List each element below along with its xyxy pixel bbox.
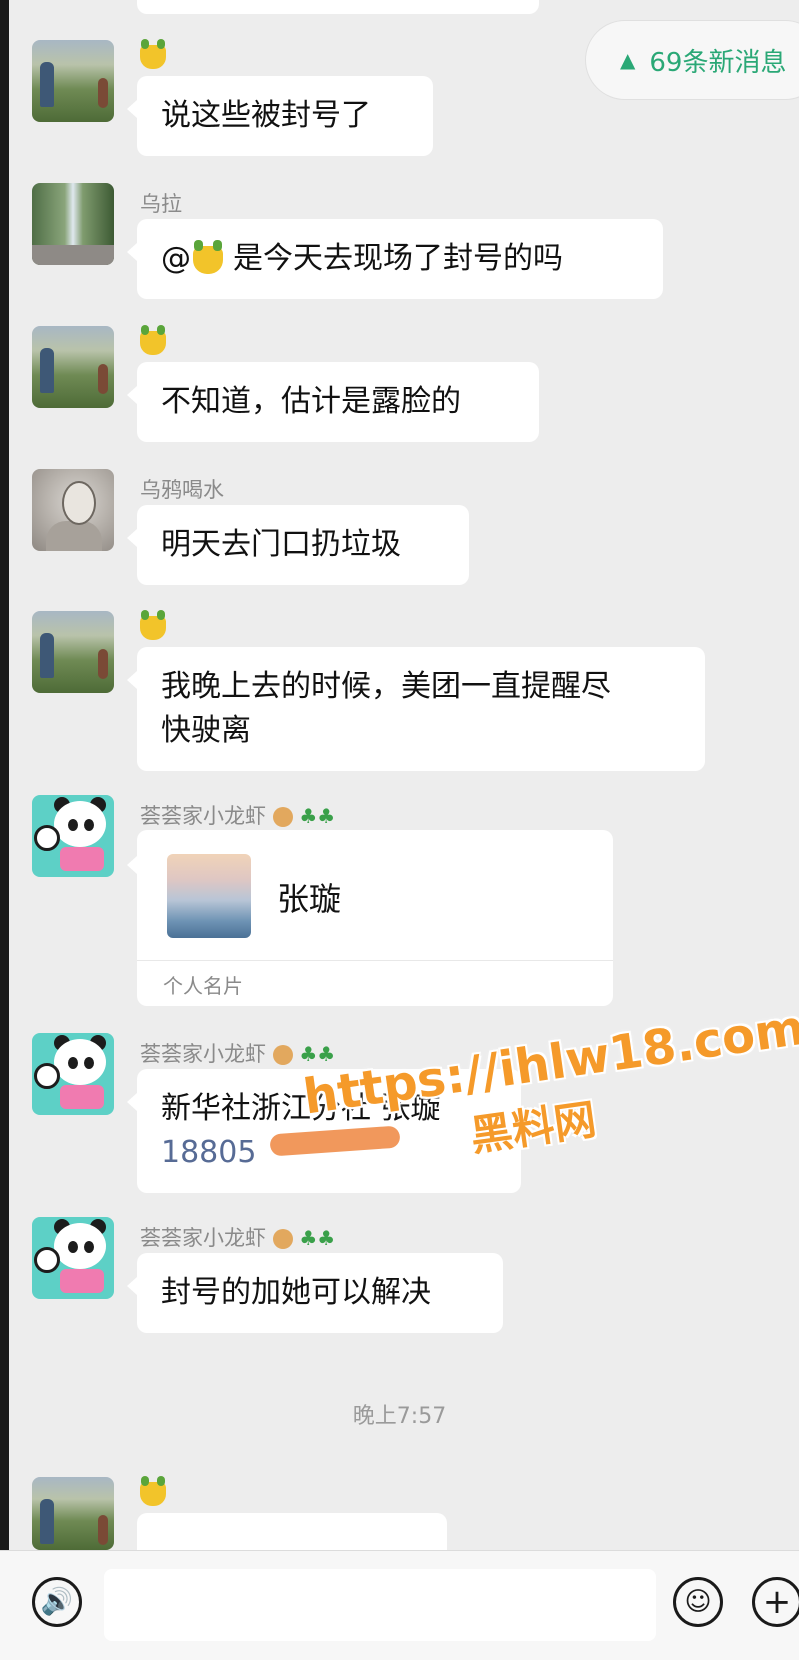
new-messages-label: 69条新消息 [649, 47, 787, 78]
sender-name [140, 39, 166, 74]
dragon-badge-icon [140, 610, 166, 640]
double-chevron-up-icon: ▲ [620, 48, 636, 72]
sender-name: 荟荟家小龙虾 ♣♣ [140, 800, 335, 830]
message-text: 是今天去现场了封号的吗 [233, 241, 563, 276]
sender-name: 乌拉 [140, 192, 182, 216]
message-bubble[interactable]: 说这些被封号了 [127, 76, 433, 156]
sender-name-text: 荟荟家小龙虾 [140, 1042, 266, 1066]
contact-card[interactable]: 张璇 个人名片 [127, 830, 613, 1006]
avatar[interactable] [32, 326, 114, 408]
avatar[interactable] [32, 1217, 114, 1299]
sender-name: 荟荟家小龙虾 ♣♣ [140, 1038, 335, 1068]
message-text-line: 我晚上去的时候，美团一直提醒尽 [161, 669, 611, 704]
avatar[interactable] [32, 469, 114, 551]
input-bar: 🔊 ☺ + [0, 1550, 799, 1660]
sender-name: 乌鸦喝水 [140, 478, 224, 502]
clover-icon: ♣♣ [299, 804, 336, 828]
sender-name [140, 325, 166, 360]
clover-icon: ♣♣ [299, 1226, 336, 1250]
avatar[interactable] [32, 40, 114, 122]
emoji-icon[interactable]: ☺ [673, 1577, 723, 1627]
message-text-line: 快驶离 [161, 713, 251, 748]
dragon-badge-icon [140, 1476, 166, 1506]
mention-at: @ [161, 241, 191, 276]
avatar[interactable] [32, 1033, 114, 1115]
contact-card-name: 张璇 [277, 880, 342, 918]
avatar[interactable] [32, 183, 114, 265]
new-messages-button[interactable]: ▲ 69条新消息 [585, 20, 799, 100]
sender-name-text: 荟荟家小龙虾 [140, 1226, 266, 1250]
contact-card-type: 个人名片 [163, 974, 243, 998]
monkey-emoji-icon [272, 1045, 293, 1065]
message-bubble[interactable]: 我晚上去的时候，美团一直提醒尽 快驶离 [127, 647, 705, 771]
message-bubble[interactable] [137, 1513, 447, 1553]
sender-name [140, 1476, 166, 1511]
dragon-badge-icon [140, 325, 166, 355]
voice-icon[interactable]: 🔊 [32, 1577, 82, 1627]
divider [137, 960, 613, 961]
dragon-badge-icon [140, 39, 166, 69]
monkey-emoji-icon [272, 1229, 293, 1249]
timestamp: 晚上7:57 [352, 1404, 447, 1429]
watermark: https://ihlw18.com 黑料网 [300, 1000, 799, 1199]
sender-name: 荟荟家小龙虾 ♣♣ [140, 1222, 335, 1252]
contact-card-avatar [167, 854, 251, 938]
message-bubble[interactable]: 不知道，估计是露脸的 [127, 362, 539, 442]
message-bubble[interactable]: @ 是今天去现场了封号的吗 [127, 219, 663, 299]
avatar[interactable] [32, 611, 114, 693]
dragon-avatar-icon [193, 239, 223, 274]
avatar[interactable] [32, 795, 114, 877]
message-input[interactable] [104, 1569, 656, 1641]
monkey-emoji-icon [272, 807, 293, 827]
message-bubble[interactable]: 封号的加她可以解决 [127, 1253, 503, 1333]
avatar[interactable] [32, 1477, 114, 1550]
previous-bubble-stub [137, 0, 539, 14]
sender-name [140, 610, 166, 645]
clover-icon: ♣♣ [299, 1042, 336, 1066]
plus-icon[interactable]: + [752, 1577, 799, 1627]
message-bubble[interactable]: 明天去门口扔垃圾 [127, 505, 469, 585]
sender-name-text: 荟荟家小龙虾 [140, 804, 266, 828]
